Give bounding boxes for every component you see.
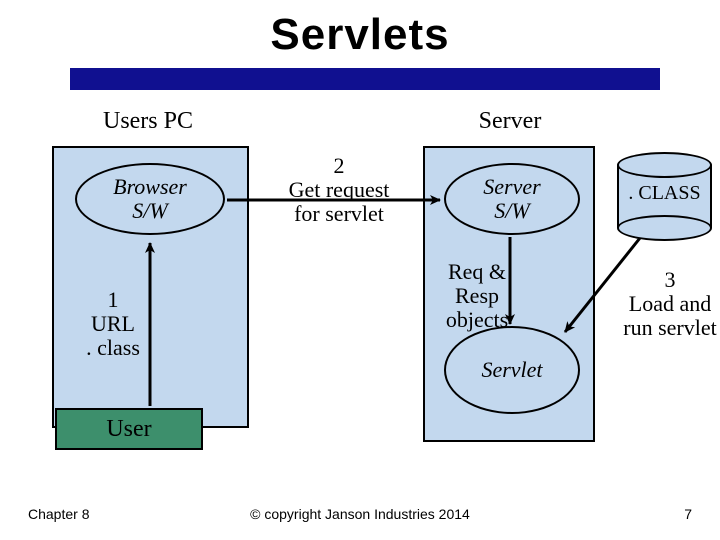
step-2-label: 2 Get request for servlet [269, 154, 409, 227]
req-resp-label: Req & Resp objects [432, 260, 522, 333]
servlet-ellipse: Servlet [444, 326, 580, 414]
browser-sw-ellipse: Browser S/W [75, 163, 225, 235]
user-text: User [106, 416, 151, 443]
browser-sw-text: Browser S/W [113, 175, 187, 223]
slide-title: Servlets [0, 10, 720, 60]
title-underline [70, 68, 660, 90]
class-cylinder: . CLASS [617, 152, 712, 228]
servlet-text: Servlet [481, 358, 542, 382]
users-pc-label: Users PC [88, 108, 208, 134]
class-db-label: . CLASS [617, 182, 712, 205]
footer-page-number: 7 [684, 506, 692, 522]
step-1-label: 1 URL . class [73, 288, 153, 361]
server-label: Server [460, 108, 560, 134]
server-sw-text: Server S/W [483, 175, 540, 223]
footer-copyright: © copyright Janson Industries 2014 [0, 506, 720, 522]
step-3-label: 3 Load and run servlet [618, 268, 720, 341]
user-box: User [55, 408, 203, 450]
slide: Servlets Users PC Server Browser S/W Ser… [0, 0, 720, 540]
server-sw-ellipse: Server S/W [444, 163, 580, 235]
